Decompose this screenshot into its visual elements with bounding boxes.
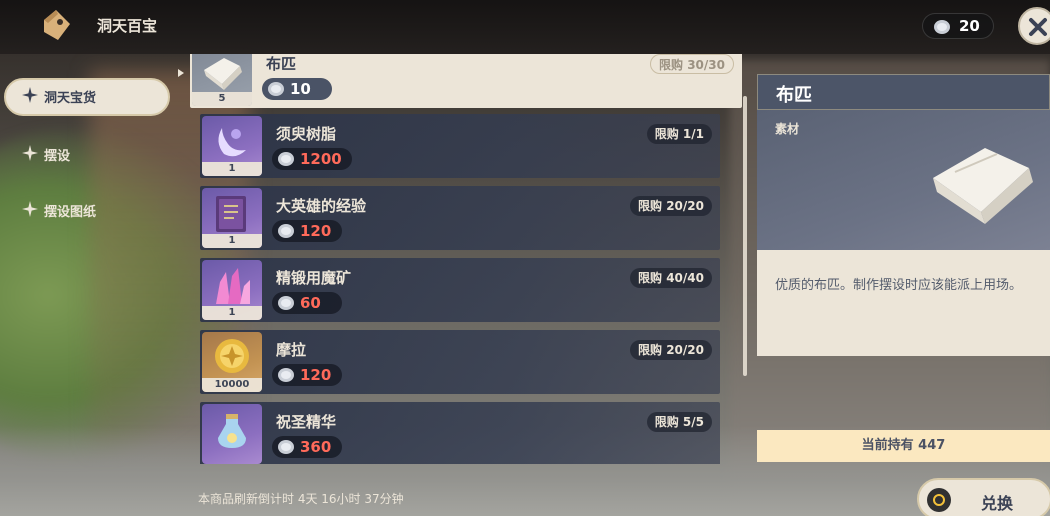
sidebar-item-label: 摆设 xyxy=(44,149,71,164)
item-name: 须臾树脂 xyxy=(276,125,337,143)
page-title: 洞天百宝 xyxy=(97,17,158,35)
item-price: 10 xyxy=(262,78,332,100)
mystic-enhancement-ore-icon xyxy=(216,268,250,304)
item-price: 120 xyxy=(272,364,342,386)
realm-currency-coin-icon xyxy=(277,151,295,173)
realm-currency-coin-icon xyxy=(277,439,295,461)
currency-counter: 20 xyxy=(922,13,994,39)
detail-item-type: 素材 xyxy=(775,122,800,136)
star-icon xyxy=(22,145,38,165)
close-button[interactable] xyxy=(1018,7,1050,45)
purchase-limit-badge: 限购 30/30 xyxy=(650,54,734,74)
item-icon-frame: 1 xyxy=(202,116,262,176)
item-quantity: 1 xyxy=(202,162,262,176)
exchange-label: 兑换 xyxy=(981,494,1014,513)
shop-item-row[interactable]: 1 须臾树脂 1200 限购 1/1 xyxy=(200,114,720,178)
item-icon-frame: 1 xyxy=(202,260,262,320)
realm-currency-coin-icon xyxy=(933,19,951,39)
item-quantity: 5 xyxy=(192,92,252,106)
detail-description: 优质的布匹。制作摆设时应该能派上用场。 xyxy=(775,278,1023,293)
item-name: 大英雄的经验 xyxy=(276,197,367,215)
list-scrollbar[interactable] xyxy=(743,96,747,376)
shop-item-row[interactable]: 1 精锻用魔矿 60 限购 40/40 xyxy=(200,258,720,322)
realm-currency-coin-icon xyxy=(277,367,295,389)
item-name: 祝圣精华 xyxy=(276,413,337,431)
shop-item-row[interactable]: 祝圣精华 360 限购 5/5 xyxy=(200,402,720,464)
sidebar-item-furnishings[interactable]: 摆设 xyxy=(0,134,172,174)
exchange-button[interactable]: 兑换 xyxy=(917,478,1050,516)
detail-title: 布匹 xyxy=(776,85,812,106)
currency-amount: 20 xyxy=(959,17,980,35)
cloth-icon xyxy=(204,58,242,90)
item-icon-frame: 5 xyxy=(192,54,252,106)
item-quantity: 1 xyxy=(202,306,262,320)
confirm-circle-icon xyxy=(927,488,951,512)
detail-header: 布匹 xyxy=(757,74,1050,110)
item-price: 60 xyxy=(272,292,342,314)
shop-item-row[interactable]: 10000 摩拉 120 限购 20/20 xyxy=(200,330,720,394)
purchase-limit-badge: 限购 20/20 xyxy=(630,340,712,360)
item-price: 360 xyxy=(272,436,342,458)
top-bar: 洞天百宝 20 xyxy=(0,0,1050,54)
purchase-limit-badge: 限购 20/20 xyxy=(630,196,712,216)
sidebar-selected-arrow-icon xyxy=(178,69,184,77)
current-holding: 当前持有 447 xyxy=(757,430,1050,462)
heros-wit-book-icon xyxy=(216,196,246,232)
item-icon-frame: 10000 xyxy=(202,332,262,392)
mora-coin-icon xyxy=(215,339,249,373)
close-icon xyxy=(1029,18,1047,36)
realm-currency-coin-icon xyxy=(267,81,285,103)
item-icon-frame: 1 xyxy=(202,188,262,248)
purchase-limit-badge: 限购 1/1 xyxy=(646,124,712,144)
star-icon xyxy=(22,201,38,221)
sidebar-item-realm-goods[interactable]: 洞天宝货 xyxy=(0,76,172,116)
item-icon-frame xyxy=(202,404,262,464)
detail-art: 素材 xyxy=(757,110,1050,250)
detail-body: 优质的布匹。制作摆设时应该能派上用场。 xyxy=(757,250,1050,356)
sidebar-item-label: 洞天宝货 xyxy=(44,91,97,106)
cloth-icon xyxy=(933,148,1033,224)
item-name: 摩拉 xyxy=(276,341,307,359)
item-detail-panel: 布匹 素材 优质的布匹。制作摆设时应该能派上用场。 xyxy=(757,74,1050,356)
star-icon xyxy=(22,87,38,107)
realm-currency-coin-icon xyxy=(277,223,295,245)
shop-item-row[interactable]: 1 大英雄的经验 120 限购 20/20 xyxy=(200,186,720,250)
shop-tag-icon xyxy=(36,6,76,46)
shop-item-list[interactable]: 5 布匹 10 限购 30/30 1 须臾树脂 1200 限购 1/1 1 大英… xyxy=(190,54,742,464)
transient-resin-icon xyxy=(218,128,246,157)
item-quantity: 10000 xyxy=(202,378,262,392)
item-name: 布匹 xyxy=(266,55,297,73)
realm-currency-coin-icon xyxy=(277,295,295,317)
refresh-countdown: 本商品刷新倒计时 4天 16小时 37分钟 xyxy=(198,492,404,506)
sidebar-item-blueprints[interactable]: 摆设图纸 xyxy=(0,190,172,230)
item-price: 1200 xyxy=(272,148,352,170)
item-name: 精锻用魔矿 xyxy=(276,269,352,287)
purchase-limit-badge: 限购 5/5 xyxy=(646,412,712,432)
item-price: 120 xyxy=(272,220,342,242)
purchase-limit-badge: 限购 40/40 xyxy=(630,268,712,288)
sidebar-item-label: 摆设图纸 xyxy=(44,205,97,220)
item-quantity: 1 xyxy=(202,234,262,248)
shop-item-row[interactable]: 5 布匹 10 限购 30/30 xyxy=(190,54,742,108)
sanctifying-essence-icon xyxy=(218,414,246,448)
